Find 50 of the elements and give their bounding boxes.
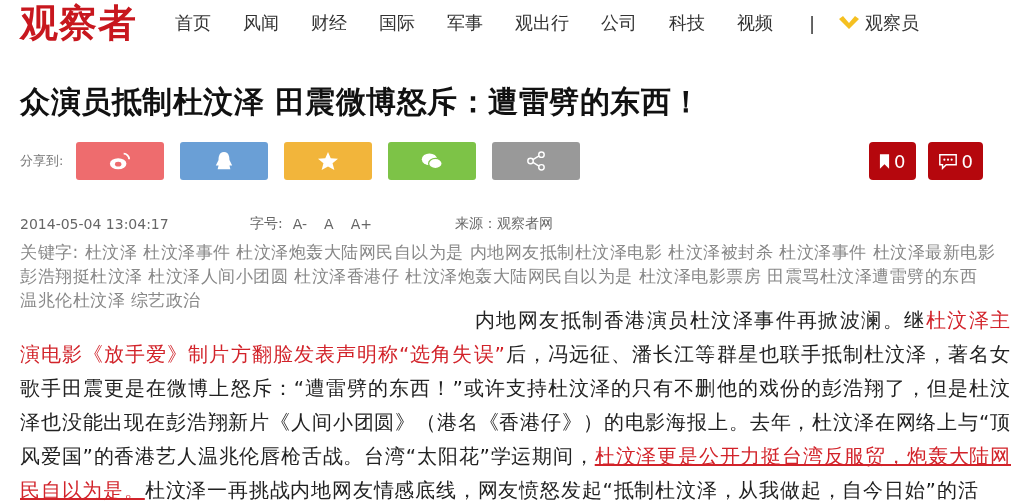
keyword-link[interactable]: 杜汶泽最新电影 <box>872 242 996 262</box>
nav-link[interactable]: 公司 <box>601 11 637 35</box>
font-size-link[interactable]: A- <box>292 216 308 232</box>
keyword-link[interactable]: 杜汶泽 <box>84 242 138 262</box>
keyword-link[interactable]: 田震骂杜汶泽遭雷劈的东西 <box>767 266 978 286</box>
font-size-link[interactable]: A+ <box>350 216 372 232</box>
nav-separator: | <box>809 12 816 34</box>
nav-link[interactable]: 财经 <box>311 11 347 35</box>
keyword-link[interactable]: 彭浩翔挺杜汶泽 <box>20 266 143 286</box>
share-button[interactable] <box>284 142 373 180</box>
nav-link[interactable]: 风闻 <box>243 11 279 35</box>
keyword-link[interactable]: 杜汶泽事件 <box>779 242 867 262</box>
article-source: 来源：观察者网 <box>454 215 553 233</box>
member-link[interactable]: 观察员 <box>837 11 920 35</box>
publish-date: 2014-05-04 13:04:17 <box>20 216 170 232</box>
keywords-label: 关键字: <box>20 242 79 262</box>
keyword-link[interactable]: 温兆伦杜汶泽 <box>20 290 125 310</box>
keyword-link[interactable]: 杜汶泽事件 <box>143 242 231 262</box>
share-icon <box>525 151 548 171</box>
chat-bubbles-icon <box>421 151 444 171</box>
keyword-link[interactable]: 杜汶泽被封杀 <box>668 242 774 262</box>
site-logo[interactable]: 观察者 <box>20 0 137 46</box>
comment-icon <box>937 152 958 170</box>
article-headline: 众演员抵制杜汶泽 田震微博怒斥：遭雷劈的东西！ <box>20 83 703 121</box>
font-size-link[interactable]: A <box>324 216 334 232</box>
share-button[interactable] <box>492 142 581 180</box>
keyword-link[interactable]: 内地网友抵制杜汶泽电影 <box>469 242 663 262</box>
nav-link[interactable]: 首页 <box>175 11 211 35</box>
keyword-link[interactable]: 杜汶泽炮轰大陆网民自以为是 <box>236 242 464 262</box>
nav-link[interactable]: 科技 <box>669 11 705 35</box>
bookmark-button[interactable]: 0 <box>869 142 916 180</box>
star-icon <box>317 151 340 171</box>
keyword-link[interactable]: 杜汶泽炮轰大陆网民自以为是 <box>405 266 633 286</box>
share-button[interactable] <box>76 142 165 180</box>
comment-button[interactable]: 0 <box>927 142 983 180</box>
article-paragraph: 内地网友抵制香港演员杜汶泽事件再掀波澜。继杜汶泽主演电影《放手爱》制片方翻脸发表声明称“选角失误”后，冯远征、潘长江等群星也联手抵制杜汶泽，著名女歌手田震更是在微博上怒斥：“遭雷劈的东西！”或许支持杜汶泽的只有不删他的戏份的彭浩翔了，但是杜汶泽也没能出现在彭浩翔新片《人间小团圆》（港名《香港仔》）的电影海报上。去年，杜汶泽在网络上与“顶风爱国”的香港艺人温兆伦唇枪舌战。台湾“太阳花”学运期间，杜汶泽更是公开力挺台湾反服贸，炮轰大陆网民自以为是。杜汶泽一再挑战内地网友情感底线，网友愤怒发起“抵制杜汶泽，从我做起，自今日始”的活 <box>20 308 1011 503</box>
share-button[interactable] <box>388 142 477 180</box>
keyword-link[interactable]: 杜汶泽电影票房 <box>638 266 762 286</box>
nav-link[interactable]: 观出行 <box>515 11 569 35</box>
chevron-badge-icon <box>837 15 862 31</box>
keyword-link[interactable]: 杜汶泽人间小团圆 <box>148 266 289 286</box>
keyword-link[interactable]: 杜汶泽香港仔 <box>294 266 400 286</box>
nav-link[interactable]: 军事 <box>447 11 483 35</box>
keyword-link[interactable]: 综艺政治 <box>130 290 201 310</box>
nav-link[interactable]: 国际 <box>379 11 415 35</box>
font-size-label: 字号: <box>250 215 283 233</box>
share-label: 分享到: <box>20 152 64 170</box>
nav-link[interactable]: 视频 <box>737 11 773 35</box>
share-button[interactable] <box>180 142 269 180</box>
bookmark-icon <box>879 152 891 170</box>
